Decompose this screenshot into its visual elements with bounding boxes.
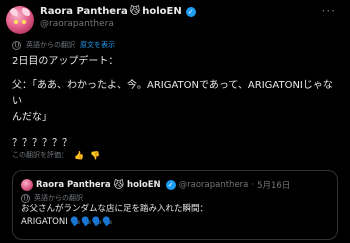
- cat-emoji-icon: 😼: [129, 6, 141, 17]
- quoted-author-handle: @raorapanthera: [178, 180, 249, 190]
- translation-bar: 英語からの翻訳 原文を表示: [12, 40, 115, 50]
- globe-icon: [21, 193, 30, 203]
- thumbs-up-icon[interactable]: 👍: [74, 151, 84, 160]
- globe-icon: [12, 40, 21, 50]
- quoted-author-suffix: holoEN: [127, 180, 161, 190]
- quoted-tweet[interactable]: Raora Panthera 😼 holoEN ✓ @raorapanthera ·…: [12, 170, 338, 240]
- author-name-row[interactable]: Raora Panthera 😼 holoEN ✓: [40, 6, 196, 17]
- quoted-author-name: Raora Panthera: [36, 180, 111, 190]
- quoted-translation-label: 英語からの翻訳: [34, 194, 83, 202]
- author-name-suffix[interactable]: holoEN: [142, 6, 182, 17]
- quoted-author-avatar: [21, 179, 33, 191]
- quoted-text-line: お父さんがランダムな店に足を踏み入れた瞬間：: [21, 204, 209, 214]
- quoted-translation-bar: 英語からの翻訳: [21, 193, 83, 203]
- avatar-ear-left: [10, 8, 18, 16]
- avatar-eye-left: [14, 20, 18, 24]
- tweet-line: 父：「ああ、わかったよ、今。ARIGATONであって、ARIGATONIじゃない: [12, 80, 333, 107]
- more-options-icon[interactable]: ···: [322, 4, 336, 18]
- translation-label: 英語からの翻訳: [26, 41, 75, 49]
- verified-badge-icon: ✓: [165, 180, 176, 190]
- rate-translation: この翻訳を評価： 👍 👎: [12, 150, 100, 160]
- quoted-text: お父さんがランダムな店に足を踏み入れた瞬間： ARIGATONI 🗣️🗣️🗣️🗣…: [21, 203, 208, 229]
- cat-emoji-icon: 😼: [113, 179, 125, 191]
- avatar-eye-right: [22, 20, 26, 24]
- author-name[interactable]: Raora Panthera: [40, 6, 128, 17]
- tweet-line: んだな」: [12, 112, 52, 123]
- author-handle[interactable]: @raorapanthera: [40, 19, 114, 29]
- tweet-line: 2日目のアップデート：: [12, 56, 119, 67]
- verified-badge-icon: ✓: [185, 6, 196, 17]
- tweet-text: 2日目のアップデート： 父：「ああ、わかったよ、今。ARIGATONであって、A…: [12, 54, 342, 152]
- separator-dot: ·: [251, 180, 255, 190]
- author-avatar[interactable]: [6, 6, 34, 34]
- quoted-author-row: Raora Panthera 😼 holoEN ✓ @raorapanthera ·…: [21, 179, 290, 191]
- quoted-date: 5月16日: [257, 181, 291, 191]
- rate-translation-label: この翻訳を評価：: [12, 151, 68, 159]
- thumbs-down-icon[interactable]: 👎: [90, 151, 100, 160]
- quoted-text-line: ARIGATONI 🗣️🗣️🗣️🗣️: [21, 217, 113, 227]
- avatar-ear-right: [22, 8, 30, 16]
- show-original-link[interactable]: 原文を表示: [80, 40, 115, 50]
